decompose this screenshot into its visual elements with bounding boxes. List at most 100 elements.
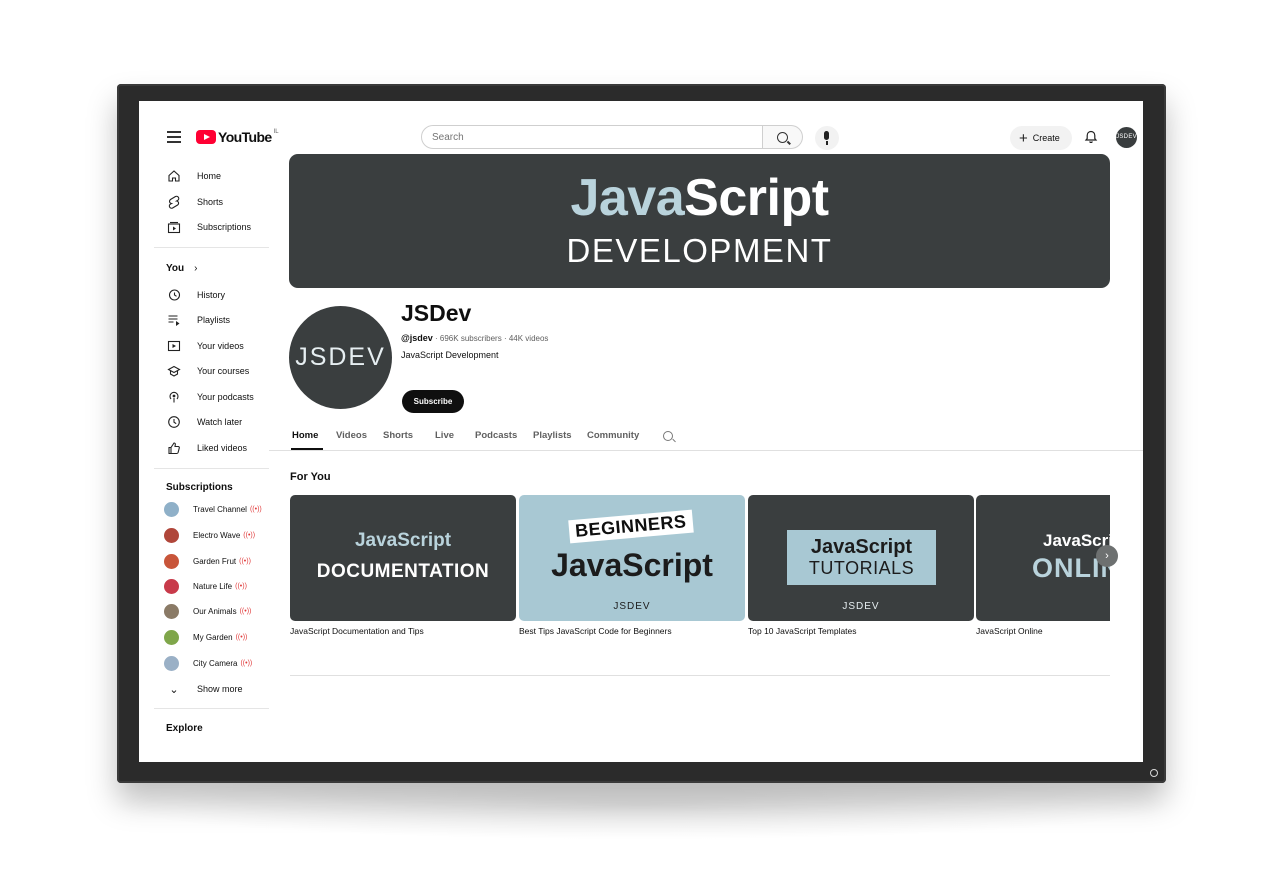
chevron-down-icon: ⌄: [169, 683, 179, 696]
sidebar-item-playlists[interactable]: Playlists: [167, 310, 230, 330]
courses-icon: [167, 365, 181, 377]
search-icon: [777, 132, 788, 143]
notifications-bell-icon[interactable]: [1084, 130, 1098, 144]
live-icon: ((•)): [239, 557, 251, 565]
video-card[interactable]: JavaScript ONLINE JavaScript Online: [976, 495, 1110, 645]
sidebar-item-label: Your podcasts: [197, 392, 254, 402]
tab-videos[interactable]: Videos: [336, 430, 367, 441]
video-thumbnail[interactable]: JavaScript TUTORIALS JSDEV: [748, 495, 974, 621]
home-icon: [168, 170, 180, 182]
voice-search-button[interactable]: [815, 126, 839, 150]
youtube-play-icon: [196, 130, 216, 144]
channel-banner: JavaScript DEVELOPMENT: [289, 154, 1110, 288]
video-thumbnail[interactable]: JavaScript DOCUMENTATION: [290, 495, 516, 621]
section-divider: [290, 675, 1110, 676]
video-card[interactable]: JavaScript DOCUMENTATION JavaScript Docu…: [290, 495, 516, 636]
subscription-item[interactable]: Garden Frut ((•)): [164, 552, 251, 570]
tab-live[interactable]: Live: [435, 430, 454, 441]
video-title[interactable]: Top 10 JavaScript Templates: [748, 626, 974, 636]
subscription-item[interactable]: My Garden ((•)): [164, 628, 247, 646]
sidebar-item-label: Liked videos: [197, 443, 248, 453]
sidebar-divider: [154, 468, 269, 469]
subscription-item[interactable]: Nature Life ((•)): [164, 577, 247, 595]
account-avatar[interactable]: JSDEV: [1116, 127, 1137, 148]
sidebar-item-your-videos[interactable]: Your videos: [167, 336, 244, 356]
sidebar-item-watch-later[interactable]: Watch later: [167, 412, 242, 432]
power-button[interactable]: [1150, 769, 1158, 777]
sidebar-item-label: Watch later: [197, 417, 243, 427]
channel-search-icon[interactable]: [663, 431, 673, 441]
channel-avatar: [164, 527, 179, 543]
live-icon: ((•)): [239, 607, 252, 615]
sidebar-item-label: Your courses: [197, 366, 250, 376]
subscription-item[interactable]: City Camera ((•)): [164, 654, 252, 672]
logo-country: IL: [273, 129, 279, 135]
section-title: For You: [290, 471, 331, 483]
sidebar-item-label: History: [197, 290, 226, 300]
tab-home[interactable]: Home: [292, 430, 318, 441]
sidebar-you-header[interactable]: You ›: [166, 263, 198, 274]
sidebar-item-label: Home: [197, 171, 222, 181]
channel-meta: @jsdev · 696K subscribers · 44K videos: [401, 333, 549, 343]
sidebar-item-your-podcasts[interactable]: Your podcasts: [167, 387, 254, 407]
search-button[interactable]: [763, 125, 803, 149]
show-more-label: Show more: [197, 684, 243, 694]
podcasts-icon: [169, 391, 179, 403]
search-input[interactable]: [421, 125, 763, 149]
subscription-item[interactable]: Travel Channel ((•)): [164, 500, 262, 518]
plus-icon: +: [1019, 129, 1028, 147]
sidebar-item-subscriptions[interactable]: Subscriptions: [167, 217, 251, 237]
channel-avatar: [164, 629, 179, 645]
video-thumbnail[interactable]: BEGINNERS JavaScript JSDEV: [519, 495, 745, 621]
playlists-icon: [168, 315, 180, 326]
live-icon: ((•)): [243, 531, 256, 539]
channel-handle: @jsdev: [401, 333, 433, 343]
tab-playlists[interactable]: Playlists: [533, 430, 572, 441]
tab-podcasts[interactable]: Podcasts: [475, 430, 517, 441]
video-title[interactable]: Best Tips JavaScript Code for Beginners: [519, 626, 745, 636]
sidebar-show-more[interactable]: ⌄ Show more: [167, 679, 243, 699]
sidebar-item-liked-videos[interactable]: Liked videos: [167, 438, 247, 458]
sidebar-item-history[interactable]: History: [167, 285, 225, 305]
youtube-logo[interactable]: YouTube IL: [196, 129, 279, 145]
video-thumbnail[interactable]: JavaScript ONLINE: [976, 495, 1110, 621]
sidebar-divider: [154, 247, 269, 248]
live-icon: ((•)): [240, 659, 253, 667]
channel-avatar: [164, 655, 179, 671]
chevron-right-icon: ›: [1105, 550, 1109, 562]
video-card[interactable]: JavaScript TUTORIALS JSDEV Top 10 JavaSc…: [748, 495, 974, 636]
live-icon: ((•)): [235, 633, 248, 641]
tab-shorts[interactable]: Shorts: [383, 430, 413, 441]
channel-avatar: [164, 553, 179, 569]
live-icon: ((•)): [235, 582, 247, 590]
subscription-item[interactable]: Our Animals ((•)): [164, 602, 251, 620]
video-title[interactable]: JavaScript Online: [976, 626, 1110, 636]
sidebar-subscriptions-header: Subscriptions: [166, 482, 233, 493]
watch-later-icon: [168, 416, 180, 428]
mic-icon: [824, 131, 829, 140]
banner-title: JavaScript: [570, 169, 829, 227]
youtube-screen: YouTube IL + Create JSDEV Home Shorts Su…: [139, 101, 1143, 762]
sidebar-item-shorts[interactable]: Shorts: [167, 192, 223, 212]
sidebar-explore-header: Explore: [166, 723, 203, 734]
video-title[interactable]: JavaScript Documentation and Tips: [290, 626, 516, 636]
subscribe-button[interactable]: Subscribe: [402, 390, 464, 413]
banner-subtitle: DEVELOPMENT: [566, 232, 833, 269]
tabs-divider: [269, 450, 1143, 451]
sidebar-item-label: Your videos: [197, 341, 244, 351]
channel-avatar-large[interactable]: JSDEV: [289, 306, 392, 409]
channel-avatar: [164, 603, 179, 619]
channel-description[interactable]: JavaScript Development: [401, 350, 499, 360]
sidebar-divider: [154, 708, 269, 709]
sidebar-item-your-courses[interactable]: Your courses: [167, 361, 249, 381]
sidebar-item-home[interactable]: Home: [167, 166, 221, 186]
subscriber-count: 696K subscribers: [439, 334, 502, 343]
hamburger-menu-icon[interactable]: [167, 131, 181, 143]
video-card[interactable]: BEGINNERS JavaScript JSDEV Best Tips Jav…: [519, 495, 745, 636]
channel-avatar: [164, 501, 179, 517]
carousel-next-button[interactable]: ›: [1096, 545, 1118, 567]
tab-community[interactable]: Community: [587, 430, 639, 441]
subscription-item[interactable]: Electro Wave ((•)): [164, 526, 255, 544]
sidebar-item-label: Subscriptions: [197, 222, 252, 232]
create-button[interactable]: + Create: [1010, 126, 1072, 150]
